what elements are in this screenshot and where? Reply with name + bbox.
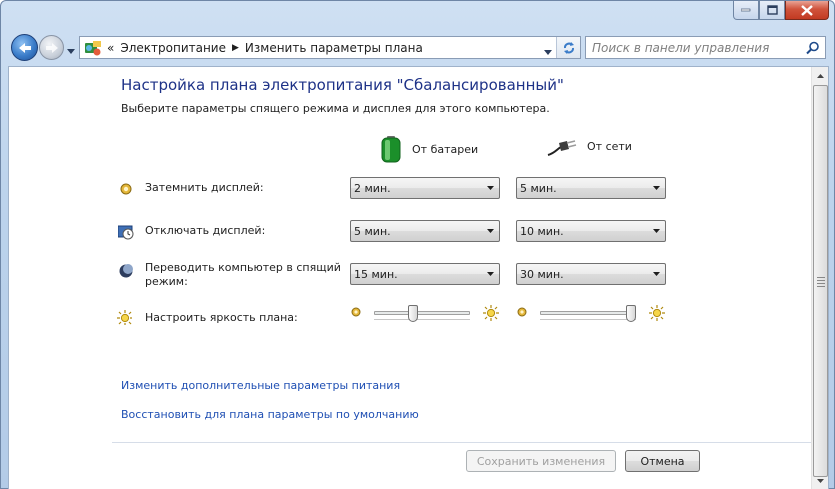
dim-display-battery-value: 2 мин.: [354, 181, 391, 195]
dim-display-plugged-value: 5 мин.: [520, 181, 557, 195]
sleep-battery-value: 15 мин.: [354, 267, 398, 281]
brightness-row-label: Настроить яркость плана:: [117, 310, 298, 325]
dim-display-row-label: Затемнить дисплей:: [120, 181, 264, 195]
plugged-column-label: От сети: [587, 139, 632, 153]
refresh-icon: [563, 41, 574, 54]
address-history-dropdown[interactable]: [544, 44, 552, 58]
back-button[interactable]: [11, 34, 38, 61]
address-bar[interactable]: « Электропитание ▶ Изменить параметры пл…: [79, 36, 581, 59]
restore-defaults-link[interactable]: Восстановить для плана параметры по умол…: [121, 408, 419, 421]
column-header-plugged: От сети: [547, 135, 632, 157]
sleep-label: Переводить компьютер в спящий режим:: [145, 261, 341, 289]
recent-pages-dropdown[interactable]: [67, 43, 75, 57]
minimize-icon: [741, 8, 751, 12]
page-title: Настройка плана электропитания "Сбаланси…: [121, 76, 564, 94]
content-pane: Настройка плана электропитания "Сбаланси…: [8, 66, 829, 489]
close-icon: [801, 4, 813, 16]
breadcrumb-item-edit-plan[interactable]: Изменить параметры плана: [245, 41, 423, 55]
sleep-moon-icon: [119, 264, 133, 278]
brightness-plugged-slider[interactable]: [516, 302, 666, 324]
save-changes-button[interactable]: Сохранить изменения: [466, 450, 616, 472]
breadcrumb: « Электропитание ▶ Изменить параметры пл…: [103, 41, 423, 55]
battery-column-label: От батареи: [412, 142, 479, 156]
brightness-low-icon: [517, 307, 527, 317]
scroll-up-button[interactable]: [812, 67, 828, 84]
sleep-label-line2: режим:: [145, 275, 188, 288]
dim-display-icon: [120, 183, 132, 195]
brightness-label: Настроить яркость плана:: [145, 311, 298, 324]
chevron-down-icon: [653, 186, 660, 190]
chevron-down-icon: [544, 50, 552, 55]
minimize-button[interactable]: [733, 1, 759, 20]
forward-button[interactable]: [39, 35, 64, 60]
power-plug-icon: [547, 140, 577, 156]
breadcrumb-separator-icon[interactable]: ▶: [232, 43, 239, 53]
slider-ticks: [374, 319, 470, 322]
chevron-down-icon: [487, 272, 494, 276]
slider-track: [540, 311, 636, 315]
scroll-grip: [817, 277, 825, 289]
chevron-down-icon: [487, 186, 494, 190]
turn-off-display-battery-select[interactable]: 5 мин.: [350, 220, 500, 242]
slider-track: [374, 311, 470, 315]
chevron-down-icon: [653, 229, 660, 233]
sleep-label-line1: Переводить компьютер в спящий: [145, 261, 341, 274]
window-frame: « Электропитание ▶ Изменить параметры пл…: [0, 0, 835, 489]
arrow-left-icon: [18, 42, 31, 53]
brightness-battery-thumb[interactable]: [408, 305, 419, 322]
window-controls: [733, 1, 829, 21]
brightness-plugged-thumb[interactable]: [626, 305, 636, 322]
brightness-sun-icon: [117, 310, 132, 325]
column-header-battery: От батареи: [380, 135, 478, 163]
sleep-row-label: Переводить компьютер в спящий режим:: [119, 261, 341, 289]
arrow-right-icon: [45, 42, 58, 53]
close-button[interactable]: [785, 1, 829, 20]
maximize-button[interactable]: [759, 1, 785, 20]
footer-divider: [112, 442, 811, 443]
cancel-button[interactable]: Отмена: [625, 450, 700, 472]
control-panel-icon: [83, 38, 103, 58]
chevron-up-icon: [816, 73, 824, 78]
advanced-settings-link[interactable]: Изменить дополнительные параметры питани…: [121, 379, 400, 392]
turn-off-display-label: Отключать дисплей:: [145, 224, 266, 237]
page-subtitle: Выберите параметры спящего режима и дисп…: [121, 102, 550, 115]
chevron-down-icon: [487, 229, 494, 233]
battery-icon: [381, 136, 401, 163]
turn-off-display-plugged-select[interactable]: 10 мин.: [516, 220, 666, 242]
refresh-button[interactable]: [556, 37, 580, 58]
brightness-high-icon: [649, 305, 665, 321]
scroll-down-button[interactable]: [812, 472, 828, 489]
search-input[interactable]: [586, 40, 796, 55]
scroll-thumb[interactable]: [813, 85, 828, 477]
brightness-low-icon: [351, 307, 361, 317]
search-icon[interactable]: [806, 41, 820, 55]
display-clock-icon: [118, 225, 134, 240]
turn-off-display-battery-value: 5 мин.: [354, 224, 391, 238]
vertical-scrollbar[interactable]: [811, 67, 828, 489]
breadcrumb-item-power[interactable]: Электропитание: [120, 41, 226, 55]
sleep-battery-select[interactable]: 15 мин.: [350, 263, 500, 285]
chevron-down-icon: [816, 478, 824, 483]
maximize-icon: [766, 5, 778, 15]
dim-display-plugged-select[interactable]: 5 мин.: [516, 177, 666, 199]
dim-display-label: Затемнить дисплей:: [145, 181, 264, 194]
breadcrumb-overflow[interactable]: «: [107, 41, 114, 55]
dim-display-battery-select[interactable]: 2 мин.: [350, 177, 500, 199]
brightness-battery-slider[interactable]: [350, 302, 500, 324]
slider-ticks: [540, 319, 636, 322]
chevron-down-icon: [67, 49, 75, 54]
search-box[interactable]: [585, 36, 826, 59]
turn-off-display-row-label: Отключать дисплей:: [118, 224, 266, 240]
sleep-plugged-value: 30 мин.: [520, 267, 564, 281]
chevron-down-icon: [653, 272, 660, 276]
turn-off-display-plugged-value: 10 мин.: [520, 224, 564, 238]
brightness-high-icon: [483, 305, 499, 321]
sleep-plugged-select[interactable]: 30 мин.: [516, 263, 666, 285]
